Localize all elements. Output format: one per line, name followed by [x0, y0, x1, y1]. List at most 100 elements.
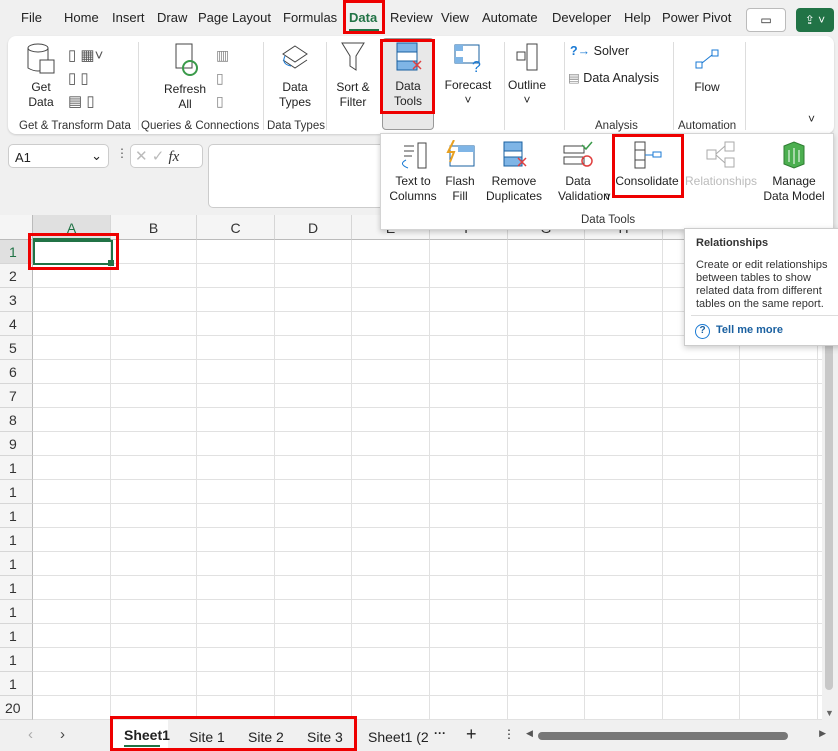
data-validation-button[interactable]: Data Validation ˅	[545, 140, 611, 204]
solver-icon: ?→	[570, 44, 594, 58]
tab-insert[interactable]: Insert	[112, 10, 145, 25]
sheet-tab-sheet1-2[interactable]: Sheet1 (2	[368, 729, 429, 745]
column-header-D[interactable]: D	[275, 215, 352, 240]
row-header[interactable]: 1	[0, 600, 33, 624]
more-options-icon[interactable]: ⋮	[116, 146, 128, 160]
row-header[interactable]: 8	[0, 408, 33, 432]
tab-home[interactable]: Home	[64, 10, 99, 25]
gridline	[662, 240, 663, 720]
chevron-down-icon: ˅	[603, 190, 611, 204]
data-analysis-icon: ▤	[568, 71, 584, 85]
tooltip-title: Relationships	[696, 237, 769, 249]
enter-icon[interactable]: ✓	[152, 148, 169, 165]
tab-data[interactable]: Data	[349, 10, 377, 25]
options-icon[interactable]: ⋮	[503, 727, 515, 741]
sheet-tab-site-2[interactable]: Site 2	[248, 729, 284, 745]
consolidate-button[interactable]: Consolidate	[615, 140, 679, 189]
text-to-columns-button[interactable]: Text to Columns	[387, 140, 439, 204]
flow-button[interactable]: Flow	[684, 46, 730, 95]
tab-help[interactable]: Help	[624, 10, 651, 25]
sheet-tab-sheet1[interactable]: Sheet1	[113, 720, 170, 748]
get-data-button[interactable]: Get Data	[18, 42, 64, 110]
tab-file[interactable]: File	[21, 10, 42, 25]
forecast-button[interactable]: ? Forecast ˅	[442, 42, 494, 108]
tab-automate[interactable]: Automate	[482, 10, 538, 25]
row-header[interactable]: 7	[0, 384, 33, 408]
row-header[interactable]: 1	[0, 576, 33, 600]
get-data-small-icons[interactable]: ▯ ▦˅ ▯ ▯ ▤ ▯	[68, 44, 118, 114]
cancel-icon[interactable]: ✕	[135, 148, 152, 165]
row-header[interactable]: 1	[0, 672, 33, 696]
row-header[interactable]: 20	[0, 696, 33, 720]
row-header[interactable]: 1	[0, 624, 33, 648]
row-header[interactable]: 4	[0, 312, 33, 336]
data-types-button[interactable]: Data Types	[270, 42, 320, 110]
data-analysis-button[interactable]: ▤ Data Analysis	[568, 70, 659, 85]
refresh-icon	[175, 43, 198, 76]
help-icon: ?	[695, 324, 710, 339]
selected-cell-a1[interactable]	[33, 240, 113, 265]
data-tools-button[interactable]: Data Tools	[382, 38, 434, 130]
connections-icons[interactable]: ▥ ▯ ▯	[216, 44, 236, 113]
comment-icon: ▭	[760, 13, 772, 27]
tab-review[interactable]: Review	[390, 10, 433, 25]
data-model-icon	[783, 141, 805, 169]
row-header[interactable]: 9	[0, 432, 33, 456]
sheet-tab-site-1[interactable]: Site 1	[189, 729, 225, 745]
tooltip-body: Create or edit relationships between tab…	[696, 259, 828, 310]
group-automation: Automation	[678, 120, 737, 132]
column-header-A[interactable]: A	[33, 215, 111, 240]
tab-developer[interactable]: Developer	[552, 10, 611, 25]
name-box[interactable]: A1 ⌄	[8, 144, 109, 168]
group-data-tools: Data Tools	[581, 214, 636, 226]
forecast-sheet-icon: ?	[454, 44, 481, 76]
flash-fill-icon	[446, 139, 475, 167]
horizontal-scrollbar[interactable]: ◀ ▶	[526, 728, 826, 742]
tab-draw[interactable]: Draw	[157, 10, 187, 25]
row-header[interactable]: 2	[0, 264, 33, 288]
row-header[interactable]: 1	[0, 456, 33, 480]
scroll-right-icon[interactable]: ›	[60, 726, 65, 743]
share-icon: ⇪ ˅	[804, 13, 826, 27]
row-header[interactable]: 6	[0, 360, 33, 384]
refresh-all-button[interactable]: Refresh All	[160, 42, 210, 112]
row-header[interactable]: 3	[0, 288, 33, 312]
relationships-button[interactable]: Relationships	[685, 140, 757, 189]
add-sheet-icon[interactable]: +	[466, 724, 477, 745]
manage-data-model-button[interactable]: Manage Data Model	[761, 140, 827, 204]
tab-page-layout[interactable]: Page Layout	[198, 10, 271, 25]
data-tools-panel: Text to Columns Flash Fill Remove Duplic…	[380, 133, 834, 230]
tell-me-more-link[interactable]: ? Tell me more	[695, 324, 783, 339]
sort-filter-button[interactable]: Sort & Filter	[331, 40, 375, 110]
comments-button[interactable]: ▭	[746, 8, 786, 32]
row-header[interactable]: 1	[0, 240, 33, 264]
remove-duplicates-button[interactable]: Remove Duplicates	[483, 140, 545, 204]
row-header[interactable]: 1	[0, 648, 33, 672]
gridline	[351, 240, 352, 720]
gridline	[274, 240, 275, 720]
gridline	[429, 240, 430, 720]
more-sheets-icon[interactable]: ···	[434, 726, 446, 740]
active-tab-underline	[349, 29, 379, 32]
fill-handle[interactable]	[108, 260, 114, 266]
row-header[interactable]: 1	[0, 552, 33, 576]
tab-power-pivot[interactable]: Power Pivot	[662, 10, 731, 25]
row-header[interactable]: 1	[0, 480, 33, 504]
outline-button[interactable]: Outline ˅	[504, 42, 550, 108]
collapse-ribbon-chevron-icon[interactable]: ˅	[808, 112, 815, 126]
row-header[interactable]: 1	[0, 528, 33, 552]
flash-fill-button[interactable]: Flash Fill	[439, 139, 481, 204]
tab-formulas[interactable]: Formulas	[283, 10, 337, 25]
sheet-tab-site-3[interactable]: Site 3	[307, 729, 343, 745]
scroll-left-icon[interactable]: ‹	[28, 726, 33, 743]
share-button[interactable]: ⇪ ˅	[796, 8, 834, 32]
formula-input[interactable]	[208, 144, 388, 208]
tab-view[interactable]: View	[441, 10, 469, 25]
insert-function-button[interactable]: fx	[169, 149, 180, 165]
row-header[interactable]: 1	[0, 504, 33, 528]
solver-button[interactable]: ?→ Solver	[570, 44, 629, 58]
select-all-corner[interactable]	[0, 215, 33, 240]
column-header-B[interactable]: B	[111, 215, 197, 240]
row-header[interactable]: 5	[0, 336, 33, 360]
column-header-C[interactable]: C	[197, 215, 275, 240]
